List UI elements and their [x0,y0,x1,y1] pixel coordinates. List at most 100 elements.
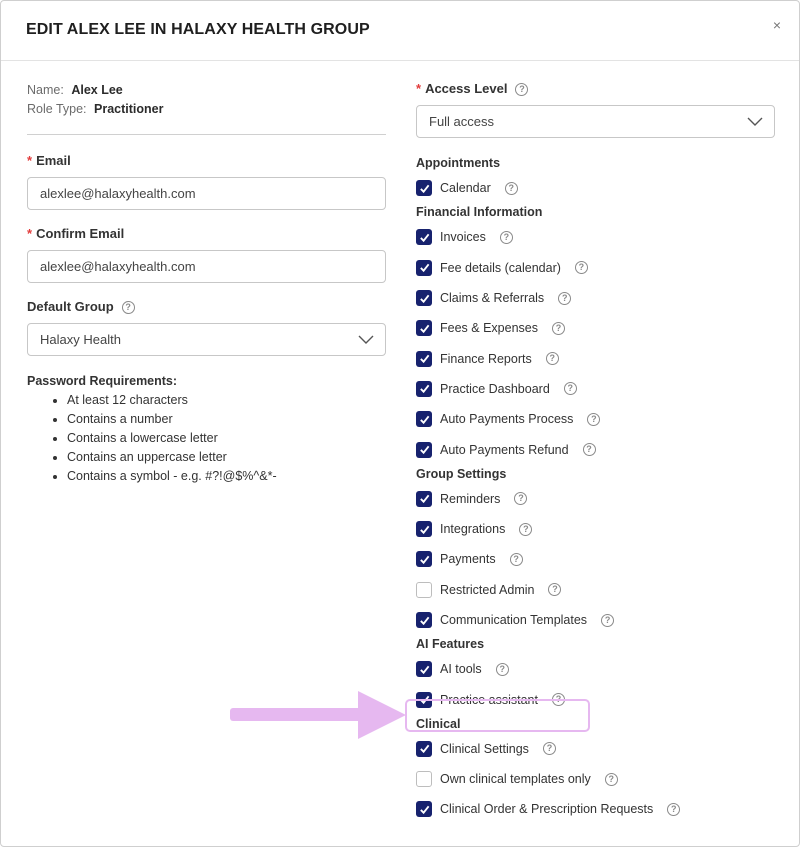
permission-checkbox[interactable] [416,320,432,337]
permission-checkbox[interactable] [416,259,432,276]
chevron-down-icon [747,117,763,126]
permission-label: Practice assistant [440,692,538,707]
help-icon[interactable]: ? [548,583,562,597]
password-rule: Contains a lowercase letter [67,429,386,448]
permission-label: Communication Templates [440,613,588,627]
permission-row[interactable]: Own clinical templates only? [416,764,775,794]
permission-row[interactable]: Calendar? [416,173,775,203]
help-icon[interactable]: ? [587,412,601,426]
help-icon[interactable]: ? [504,181,518,195]
role-value: Practitioner [94,102,164,116]
permission-row[interactable]: Auto Payments Process? [416,404,775,434]
help-icon[interactable]: ? [667,802,681,816]
permission-row[interactable]: Auto Payments Refund? [416,434,775,464]
permission-row[interactable]: Claims & Referrals? [416,283,775,313]
permissions-list: Appointments Calendar? Financial Informati… [416,154,775,825]
permission-checkbox[interactable] [416,350,432,367]
check-icon [419,695,429,705]
permission-row[interactable]: Practice Dashboard? [416,374,775,404]
permission-row[interactable]: Finance Reports? [416,343,775,373]
chevron-down-icon [358,335,374,344]
help-icon[interactable]: ? [519,522,533,536]
help-icon[interactable]: ? [604,772,618,786]
permission-label: Fee details (calendar) [440,260,561,275]
default-group-select[interactable]: Halaxy Health [27,323,386,356]
default-group-label: Default Group ? [27,298,386,316]
permission-checkbox[interactable] [416,441,432,458]
email-group: * Email alexlee@halaxyhealth.com [27,152,386,210]
permission-checkbox[interactable] [416,411,432,428]
close-button[interactable]: × [773,17,781,33]
edit-user-modal: EDIT ALEX LEE IN HALAXY HEALTH GROUP × N… [0,0,800,847]
email-label-text: Email [36,153,71,168]
help-icon[interactable]: ? [499,230,513,244]
help-icon[interactable]: ? [582,443,596,457]
permission-checkbox[interactable] [416,490,432,507]
permission-checkbox[interactable] [416,180,432,197]
required-mark: * [27,153,33,168]
help-icon[interactable]: ? [558,291,572,305]
help-icon[interactable]: ? [495,662,509,676]
password-rule: Contains a symbol - e.g. #?!@$%^&*- [67,467,386,486]
check-icon [419,354,429,364]
help-icon[interactable]: ? [563,382,577,396]
permission-row[interactable]: Fees & Expenses? [416,313,775,343]
permission-row[interactable]: Communication Templates? [416,605,775,635]
permission-checkbox[interactable] [416,290,432,307]
help-icon[interactable]: ? [514,492,528,506]
help-icon[interactable]: ? [515,82,529,96]
help-icon[interactable]: ? [542,742,556,756]
permission-checkbox[interactable] [416,801,432,818]
permission-checkbox[interactable] [416,771,432,788]
password-rule: At least 12 characters [67,391,386,410]
confirm-email-field[interactable]: alexlee@halaxyhealth.com [27,250,386,283]
permission-checkbox[interactable] [416,740,432,757]
check-icon [419,555,429,564]
permission-checkbox[interactable] [416,612,432,628]
help-icon[interactable]: ? [551,693,565,707]
permission-row[interactable]: Fee details (calendar)? [416,253,775,283]
permission-label: Auto Payments Refund [440,442,569,457]
permission-label: Own clinical templates only [440,772,591,787]
permission-row[interactable]: Integrations? [416,514,775,544]
password-rule: Contains an uppercase letter [67,448,386,467]
permission-row[interactable]: Restricted Admin? [416,575,775,605]
permission-row[interactable]: AI tools? [416,654,775,684]
check-icon [419,324,429,333]
help-icon[interactable]: ? [601,613,615,627]
permission-checkbox[interactable] [416,521,432,538]
permission-row[interactable]: Clinical Order & Prescription Requests? [416,794,775,824]
permission-label: Clinical Order & Prescription Requests [440,802,654,817]
permission-checkbox[interactable] [416,691,432,708]
permission-label: Restricted Admin [440,582,535,597]
permission-label: Practice Dashboard [440,381,550,396]
permission-row[interactable]: Invoices? [416,222,775,252]
permission-row[interactable]: Reminders? [416,484,775,514]
permission-checkbox[interactable] [416,661,432,678]
default-group-value: Halaxy Health [27,323,386,356]
access-level-label-text: Access Level [425,81,508,96]
help-icon[interactable]: ? [509,552,523,566]
permission-checkbox[interactable] [416,581,432,598]
name-value: Alex Lee [71,83,123,97]
modal-header: EDIT ALEX LEE IN HALAXY HEALTH GROUP × [1,1,799,61]
help-icon[interactable]: ? [574,261,588,275]
help-icon[interactable]: ? [121,300,135,314]
permission-row[interactable]: Payments? [416,544,775,574]
permission-row[interactable]: Clinical Settings? [416,734,775,764]
help-icon[interactable]: ? [551,321,565,335]
help-icon[interactable]: ? [545,352,559,366]
section-title-ai-features: AI Features [416,637,485,652]
role-label: Role Type: [27,102,87,116]
check-icon [419,745,429,754]
permission-label: Claims & Referrals [440,291,545,306]
check-icon [419,263,429,273]
permission-checkbox[interactable] [416,229,432,246]
access-level-select[interactable]: Full access [416,105,775,138]
confirm-email-label: * Confirm Email [27,225,386,243]
email-field[interactable]: alexlee@halaxyhealth.com [27,177,386,210]
permission-checkbox[interactable] [416,551,432,568]
permission-checkbox[interactable] [416,380,432,397]
permission-label: Auto Payments Process [440,412,574,427]
permission-row[interactable]: Practice assistant? [416,684,775,714]
